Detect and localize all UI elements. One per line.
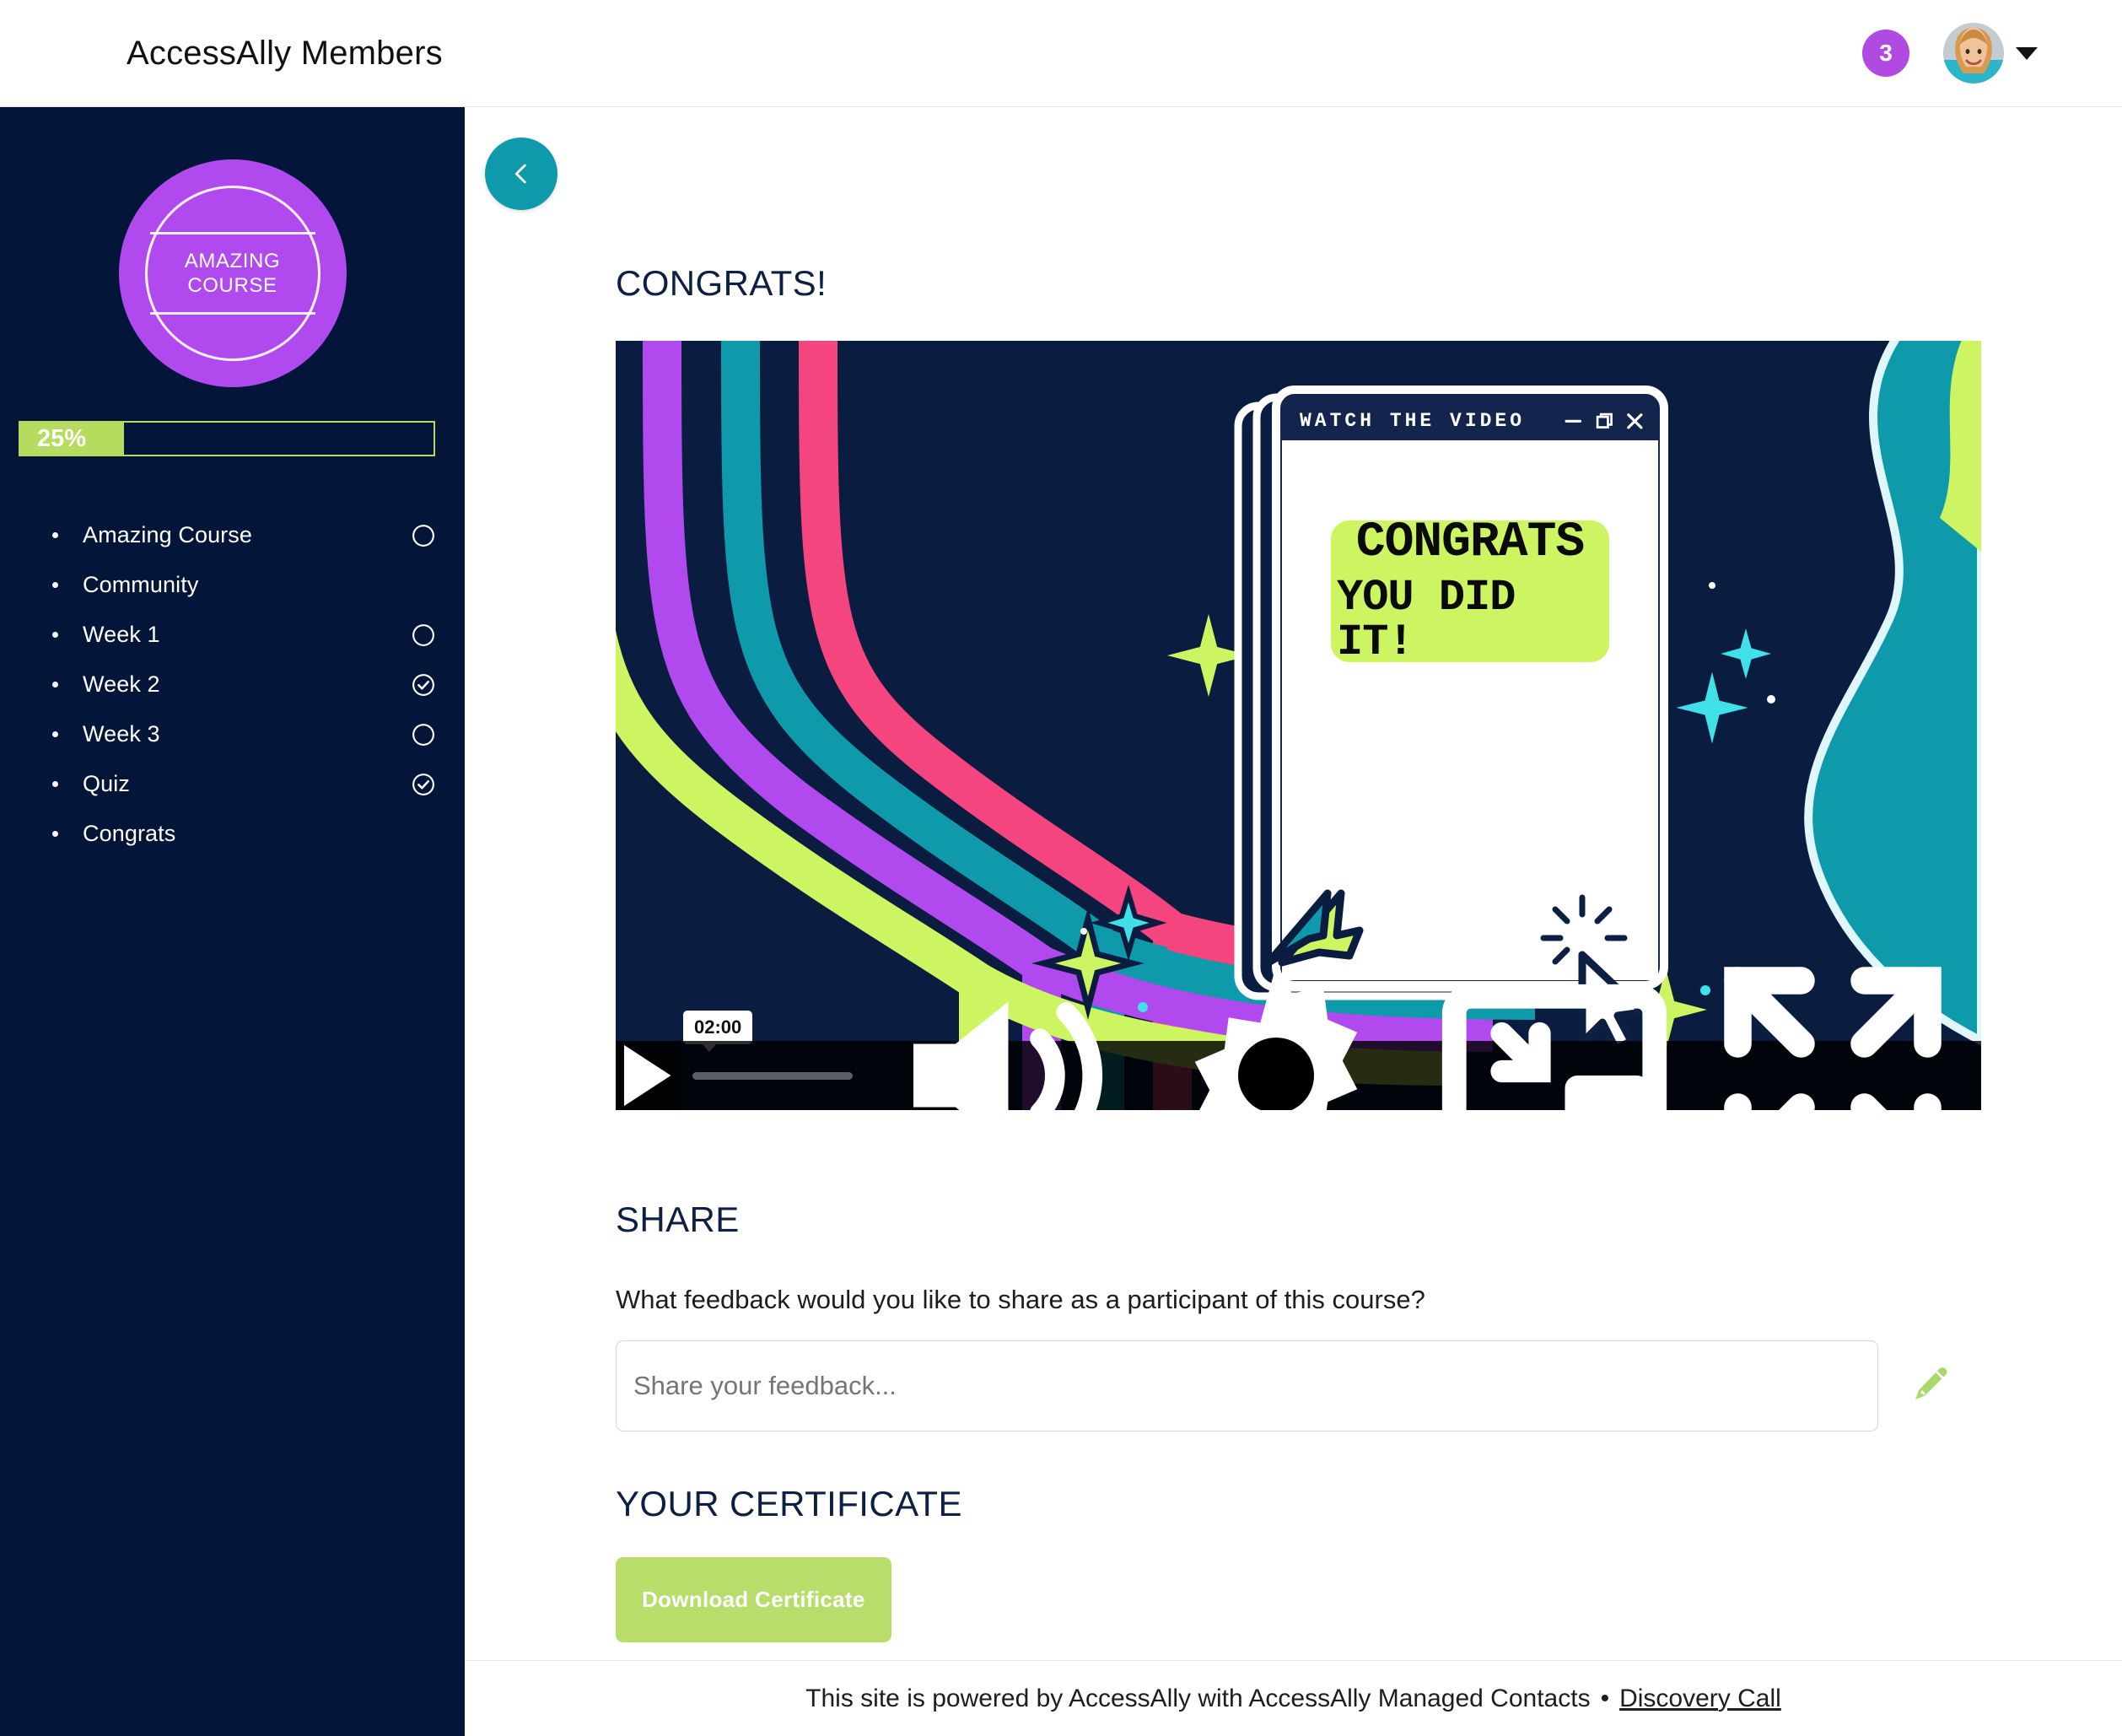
top-bar-right: 3 (1862, 23, 2038, 84)
sidebar-item-label: Community (83, 572, 199, 597)
video-control-icons (871, 949, 1981, 1110)
sidebar: AMAZING COURSE 25% Amazing Course Communi… (0, 107, 465, 1736)
main-content: CONGRATS! WATCH THE VIDEO CONGRATS YOU D… (465, 107, 2122, 1736)
gear-icon[interactable] (1150, 949, 1403, 1110)
volume-icon[interactable] (871, 949, 1124, 1110)
video-window-title: WATCH THE VIDEO (1300, 410, 1526, 432)
notification-badge[interactable]: 3 (1862, 30, 1909, 77)
sidebar-item-congrats[interactable]: Congrats (52, 809, 436, 859)
check-circle-icon[interactable] (411, 772, 436, 797)
circle-icon[interactable] (411, 623, 436, 648)
sidebar-item-amazing-course[interactable]: Amazing Course (52, 510, 436, 560)
course-badge-line-1: AMAZING (184, 249, 281, 272)
video-window-controls (1564, 412, 1645, 431)
play-button[interactable] (616, 1041, 677, 1110)
top-bar: AccessAlly Members 3 (0, 0, 2122, 107)
chevron-down-icon[interactable] (2016, 46, 2038, 60)
download-certificate-button[interactable]: Download Certificate (616, 1557, 891, 1642)
video-window-titlebar: WATCH THE VIDEO (1288, 399, 1656, 443)
certificate-heading: YOUR CERTIFICATE (616, 1484, 962, 1523)
bullet-icon (52, 781, 58, 787)
pencil-icon (1915, 1367, 1947, 1399)
bullet-icon (52, 582, 58, 588)
footer: This site is powered by AccessAlly with … (465, 1660, 2122, 1736)
content-column: CONGRATS! WATCH THE VIDEO CONGRATS YOU D… (465, 107, 2122, 1642)
sidebar-item-status-empty (411, 822, 436, 847)
avatar[interactable] (1943, 23, 2004, 84)
sidebar-item-quiz[interactable]: Quiz (52, 759, 436, 809)
restore-icon[interactable] (1595, 412, 1614, 431)
bullet-icon (52, 831, 58, 837)
sidebar-item-status[interactable] (411, 772, 436, 797)
video-headline-line-2: YOU DID IT! (1337, 572, 1516, 667)
close-icon[interactable] (1625, 412, 1645, 431)
sidebar-item-label: Amazing Course (83, 522, 252, 547)
video-progress-slider[interactable] (692, 1071, 853, 1080)
video-headline: CONGRATS YOU DID IT! (1337, 518, 1603, 664)
share-section: SHARE What feedback would you like to sh… (616, 1200, 2122, 1431)
video-headline-line-1: CONGRATS (1355, 515, 1585, 571)
share-input-row (616, 1340, 2122, 1431)
course-badge-ring: AMAZING COURSE (144, 186, 320, 361)
progress-bar-fill: 25% (20, 423, 124, 455)
sidebar-item-status-empty (411, 573, 436, 598)
sidebar-item-label: Week 2 (83, 671, 160, 697)
share-heading: SHARE (616, 1200, 740, 1239)
site-title: AccessAlly Members (127, 34, 443, 72)
video-time-tooltip: 02:00 (683, 1011, 753, 1052)
back-button[interactable] (485, 137, 557, 210)
badge-divider-bottom (149, 312, 315, 315)
sidebar-item-week-3[interactable]: Week 3 (52, 709, 436, 759)
sidebar-item-label: Week 1 (83, 622, 160, 647)
badge-divider-top (149, 232, 315, 235)
check-circle-icon[interactable] (411, 672, 436, 698)
feedback-input[interactable] (616, 1340, 1878, 1431)
circle-icon[interactable] (411, 722, 436, 747)
course-badge-line-2: COURSE (187, 274, 277, 297)
chevron-left-icon (514, 164, 526, 184)
picture-in-picture-icon[interactable] (1428, 949, 1681, 1110)
sidebar-item-week-1[interactable]: Week 1 (52, 610, 436, 660)
course-badge-text: AMAZING COURSE (185, 249, 281, 299)
play-icon (623, 1044, 671, 1107)
fullscreen-icon[interactable] (1706, 949, 1959, 1110)
bullet-icon (52, 682, 58, 687)
sidebar-item-status[interactable] (411, 672, 436, 698)
video-controls (616, 966, 1981, 1110)
sidebar-item-week-2[interactable]: Week 2 (52, 660, 436, 709)
minimize-icon[interactable] (1564, 412, 1583, 431)
bullet-icon (52, 532, 58, 538)
course-badge: AMAZING COURSE (118, 159, 347, 387)
course-nav-list: Amazing Course Community Week 1 Week 2 Week … (0, 510, 465, 859)
discovery-call-link[interactable]: Discovery Call (1619, 1685, 1781, 1713)
account-menu[interactable] (1943, 23, 2038, 84)
bullet-icon (52, 731, 58, 737)
circle-icon[interactable] (411, 523, 436, 548)
sidebar-item-status[interactable] (411, 722, 436, 747)
progress-bar: 25% (19, 421, 435, 456)
sidebar-item-status[interactable] (411, 623, 436, 648)
sidebar-item-label: Quiz (83, 771, 130, 796)
edit-feedback-button[interactable] (1910, 1364, 1951, 1404)
footer-separator: • (1600, 1684, 1610, 1712)
sidebar-item-status[interactable] (411, 523, 436, 548)
certificate-section: YOUR CERTIFICATE Download Certificate (616, 1484, 2122, 1642)
sidebar-item-community[interactable]: Community (52, 560, 436, 610)
bullet-icon (52, 632, 58, 638)
page-title: CONGRATS! (616, 263, 827, 303)
sidebar-item-label: Week 3 (83, 721, 160, 747)
sidebar-item-label: Congrats (83, 821, 176, 846)
share-question: What feedback would you like to share as… (616, 1285, 1425, 1314)
video-player[interactable]: WATCH THE VIDEO CONGRATS YOU DID IT! 02:… (616, 341, 1981, 1110)
footer-text: This site is powered by AccessAlly with … (805, 1684, 1591, 1712)
